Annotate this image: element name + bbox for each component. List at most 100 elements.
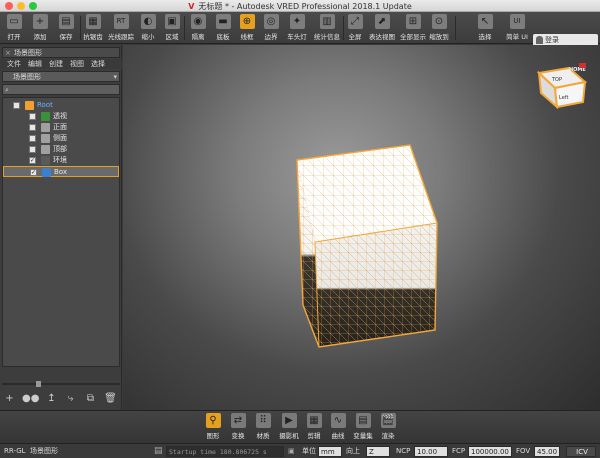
module-clip-button[interactable]: ▦ 剪辑 [303,413,325,443]
shrink-icon: ◐ [140,14,156,29]
wireframe-icon: ⊕ [239,14,255,29]
fullscreen-button[interactable]: ⤢ 全屏 [345,14,365,43]
up-axis-select[interactable]: Z [366,446,390,457]
tree-row[interactable]: Root [3,100,119,111]
close-tab-icon[interactable]: × [5,48,11,58]
antialias-button[interactable]: ▦ 抗锯齿 [82,14,104,43]
expression-view-button[interactable]: ⬈ 表达视图 [367,14,397,43]
copy-icon[interactable]: ⧉ [84,392,97,405]
fcp-input[interactable]: 100000.00 [468,446,512,457]
antialias-icon: ▦ [85,14,101,29]
panel-slider[interactable] [2,381,120,387]
baseplate-icon: ▬ [215,14,231,29]
wireframe-button[interactable]: ⊕ 线框 [236,14,258,43]
add-button[interactable]: + 添加 [29,14,51,43]
expand-log-icon[interactable]: ▣ [288,444,295,458]
boundary-label: 边界 [264,33,278,41]
add-node-icon[interactable]: + [3,392,16,405]
save-icon: ▤ [58,14,74,29]
ncp-input[interactable]: 10.00 [414,446,448,457]
group-icon[interactable]: ●● [22,392,39,405]
isolate-icon: ◉ [190,14,206,29]
visibility-checkbox[interactable] [29,113,36,120]
menu-view[interactable]: 视图 [70,60,84,68]
module-scenegraph-button[interactable]: ⚲ 图形 [202,413,224,443]
open-button[interactable]: ▭ 打开 [3,14,25,43]
region-label: 区域 [165,33,179,41]
module-transform-label: 变换 [231,432,245,440]
menu-file[interactable]: 文件 [7,60,21,68]
save-button[interactable]: ▤ 保存 [55,14,77,43]
module-transform-button[interactable]: ⇄ 变换 [227,413,249,443]
menu-edit[interactable]: 编辑 [28,60,42,68]
slider-thumb[interactable] [36,381,41,387]
module-variant-set-label: 变量集 [353,432,373,440]
visibility-checkbox[interactable] [13,102,20,109]
log-output: Startup time 180.806725 s [166,446,284,457]
move-icon[interactable]: ⤷ [64,392,77,405]
tree-row[interactable]: ✓ Box [3,166,119,177]
unit-select[interactable]: mm [318,446,342,457]
raytrace-button[interactable]: RT 光线跟踪 [106,14,136,43]
window-title: V 无标题 * - Autodesk VRED Professional 2018… [0,1,600,12]
boundary-button[interactable]: ◎ 边界 [260,14,282,43]
search-input[interactable]: ⌕ [2,84,120,95]
tree-row[interactable]: ✓ 环境 [3,155,119,166]
render-icon: 🎬 [380,413,396,428]
baseplate-button[interactable]: ▬ 底板 [212,14,234,43]
view-combo[interactable]: 场景图形 ▾ [2,71,120,82]
3d-viewport[interactable]: TOP Left HOME [123,45,600,410]
clip-icon: ▦ [306,413,322,428]
unit-label: 单位 [302,447,316,455]
box-object[interactable] [296,144,438,348]
visibility-checkbox[interactable]: ✓ [30,169,37,176]
visibility-checkbox[interactable] [29,135,36,142]
show-all-button[interactable]: ⊞ 全部显示 [398,14,428,43]
icv-button[interactable]: ICV [566,446,596,457]
simple-ui-button[interactable]: UI 简单 UI [505,14,529,43]
shrink-button[interactable]: ◐ 缩小 [138,14,158,43]
select-button[interactable]: ↖ 选择 [474,14,496,43]
folder-icon: ▭ [6,14,22,29]
visibility-checkbox[interactable]: ✓ [29,157,36,164]
view-cube[interactable]: TOP Left HOME [536,63,588,110]
region-button[interactable]: ▣ 区域 [162,14,182,43]
delete-icon[interactable]: 🗑 [104,392,117,405]
wireframe-label: 线框 [240,33,254,41]
scene-tree: Root 透视 正面 侧面 顶部 ✓ 环境 ✓ Box [2,97,120,367]
panel-tab[interactable]: × 场景图形 [2,47,120,58]
menu-select[interactable]: 选择 [91,60,105,68]
headlight-button[interactable]: ✦ 车头灯 [284,14,310,43]
isolate-button[interactable]: ◉ 隔离 [187,14,209,43]
panel-tab-title: 场景图形 [14,49,42,57]
isolate-label: 隔离 [191,33,205,41]
box-front-wire [315,223,437,347]
module-variant-set-button[interactable]: ▤ 变量集 [350,413,376,443]
tree-row[interactable]: 侧面 [3,133,119,144]
baseplate-label: 底板 [216,33,230,41]
window-title-text: 无标题 * - Autodesk VRED Professional 2018.… [198,2,412,11]
fov-input[interactable]: 45.00 [534,446,560,457]
antialias-label: 抗锯齿 [83,33,103,41]
node-icon [41,145,50,154]
home-icon[interactable] [579,63,586,68]
transform-icon: ⇄ [230,413,246,428]
menu-create[interactable]: 创建 [49,60,63,68]
move-up-icon[interactable]: ↥ [45,392,58,405]
module-scenegraph-label: 图形 [206,432,220,440]
zoom-to-button[interactable]: ⊙ 缩放到 [428,14,450,43]
visibility-checkbox[interactable] [29,124,36,131]
show-all-icon: ⊞ [405,14,421,29]
statistics-button[interactable]: ▥ 统计信息 [312,14,342,43]
terminal-icon[interactable]: ▤ [154,444,163,458]
tree-row[interactable]: 透视 [3,111,119,122]
tree-row[interactable]: 顶部 [3,144,119,155]
module-material-button[interactable]: ⠿ 材质 [252,413,274,443]
module-curve-button[interactable]: ∿ 曲线 [327,413,349,443]
tree-row[interactable]: 正面 [3,122,119,133]
module-camera-label: 摄影机 [279,432,299,440]
node-icon [41,123,50,132]
module-render-button[interactable]: 🎬 渲染 [377,413,399,443]
module-camera-button[interactable]: ▶ 摄影机 [275,413,303,443]
visibility-checkbox[interactable] [29,146,36,153]
